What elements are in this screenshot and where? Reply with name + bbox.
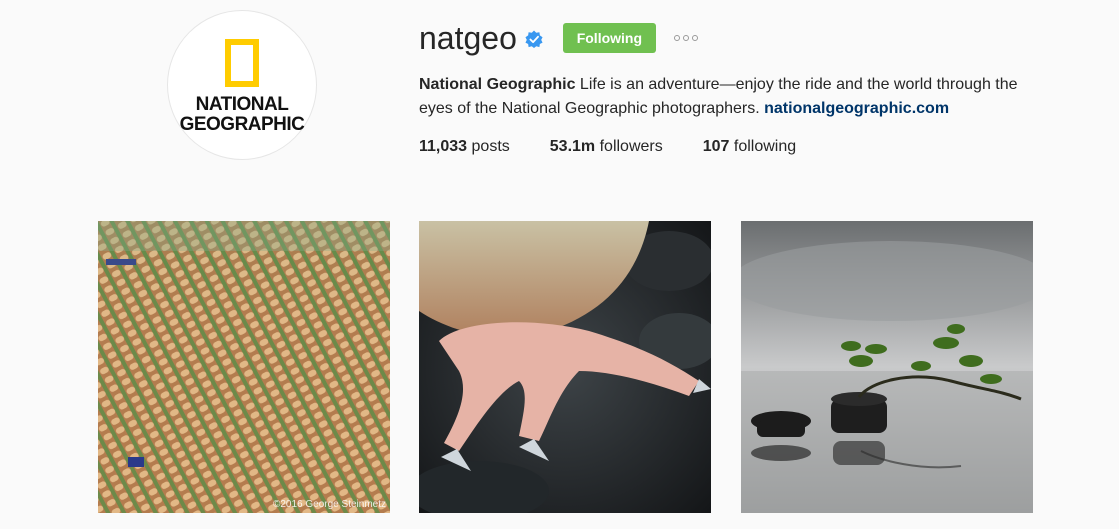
logo-line-1: NATIONAL [195,94,289,115]
profile-avatar[interactable]: NATIONAL GEOGRAPHIC [167,10,317,160]
verified-badge-icon [525,30,543,48]
natgeo-logo-frame-icon [225,39,259,87]
followers-stat[interactable]: 53.1m followers [550,136,663,158]
website-link[interactable]: nationalgeographic.com [764,100,949,117]
username: natgeo [419,20,517,56]
more-dot [691,35,698,41]
full-name: National Geographic [419,76,576,93]
following-count: 107 [702,138,730,155]
more-options-icon[interactable] [673,35,698,41]
following-stat[interactable]: 107 following [703,136,796,158]
post-thumbnail[interactable] [741,221,1033,513]
aerial-farm-photo [98,221,390,513]
profile-bio: National Geographic Life is an adventure… [419,73,1039,121]
profile-page: NATIONAL GEOGRAPHIC natgeo Following Nat… [0,0,1119,529]
following-button[interactable]: Following [562,23,656,53]
post-thumbnail[interactable] [419,221,711,513]
posts-label: posts [471,138,510,155]
followers-count: 53.1m [549,138,596,155]
photo-credit: ©2016 George Steinmetz [273,499,386,510]
bird-claws-photo [419,221,711,513]
followers-label: followers [599,138,663,155]
more-dot [673,35,680,41]
avatar-logo-text: NATIONAL GEOGRAPHIC [180,95,305,135]
logo-line-2: GEOGRAPHIC [179,114,305,135]
post-thumbnail[interactable]: ©2016 George Steinmetz [98,221,390,513]
more-dot [682,35,689,41]
posts-count: 11,033 [419,138,468,155]
profile-stats: 11,033 posts 53.1m followers 107 followi… [419,136,836,158]
posts-stat: 11,033 posts [419,136,510,158]
username-row: natgeo Following [419,16,698,60]
bonsai-still-life-photo [741,221,1033,513]
following-label: following [733,138,797,155]
